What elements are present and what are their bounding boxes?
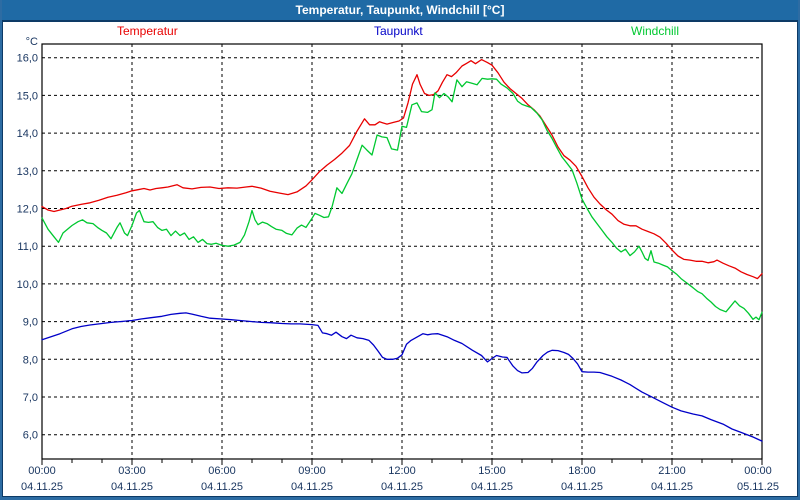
- y-tick-label: 15,0: [17, 90, 38, 102]
- x-tick-date-label: 04.11.25: [651, 481, 693, 493]
- y-tick-label: 14,0: [17, 128, 38, 140]
- y-tick-label: 12,0: [17, 204, 38, 216]
- x-tick-time-label: 21:00: [658, 465, 686, 477]
- x-tick-time-label: 09:00: [298, 465, 326, 477]
- x-tick-date-label: 04.11.25: [381, 481, 423, 493]
- x-tick-date-label: 04.11.25: [21, 481, 63, 493]
- legend-item-temperatur: Temperatur: [117, 24, 178, 38]
- y-tick-label: 11,0: [17, 241, 38, 253]
- x-tick-date-label: 05.11.25: [737, 481, 779, 493]
- x-tick-date-label: 04.11.25: [561, 481, 603, 493]
- x-tick-date-label: 04.11.25: [201, 481, 243, 493]
- x-tick-time-label: 15:00: [478, 465, 506, 477]
- x-tick-time-label: 06:00: [208, 465, 236, 477]
- legend-item-taupunkt: Taupunkt: [374, 24, 423, 38]
- y-tick-label: 13,0: [17, 166, 38, 178]
- chart-canvas: 16,0 15,0 14,0 13,0 12,0 11,0 10,0 9,0 8,0 7,0 6,0…: [17, 43, 779, 493]
- x-axis-labels: 00:00 04.11.25 03:00 04.11.25 06:00 04.11.25 0…: [21, 465, 779, 493]
- x-tick-date-label: 04.11.25: [471, 481, 513, 493]
- x-tick-time-label: 18:00: [568, 465, 596, 477]
- y-tick-label: 7,0: [23, 392, 38, 404]
- gridlines: [42, 44, 762, 459]
- x-tick-date-label: 04.11.25: [111, 481, 153, 493]
- y-tick-label: 9,0: [23, 317, 38, 329]
- y-tick-label: 10,0: [17, 279, 38, 291]
- y-tick-label: 16,0: [17, 53, 38, 65]
- legend-item-windchill: Windchill: [631, 24, 680, 38]
- x-tick-time-label: 12:00: [388, 465, 416, 477]
- x-tick-time-label: 03:00: [118, 465, 146, 477]
- y-tick-label: 8,0: [23, 354, 38, 366]
- chart-window: Temperatur, Taupunkt, Windchill [°C] Tem…: [0, 0, 800, 500]
- y-axis-labels: 16,0 15,0 14,0 13,0 12,0 11,0 10,0 9,0 8,0 7,0 6,0: [17, 53, 38, 442]
- x-tick-time-label: 00:00: [744, 465, 772, 477]
- y-tick-label: 6,0: [23, 430, 38, 442]
- x-tick-time-label: 00:00: [28, 465, 56, 477]
- x-tick-date-label: 04.11.25: [291, 481, 333, 493]
- y-axis-unit-label: °C: [25, 36, 38, 48]
